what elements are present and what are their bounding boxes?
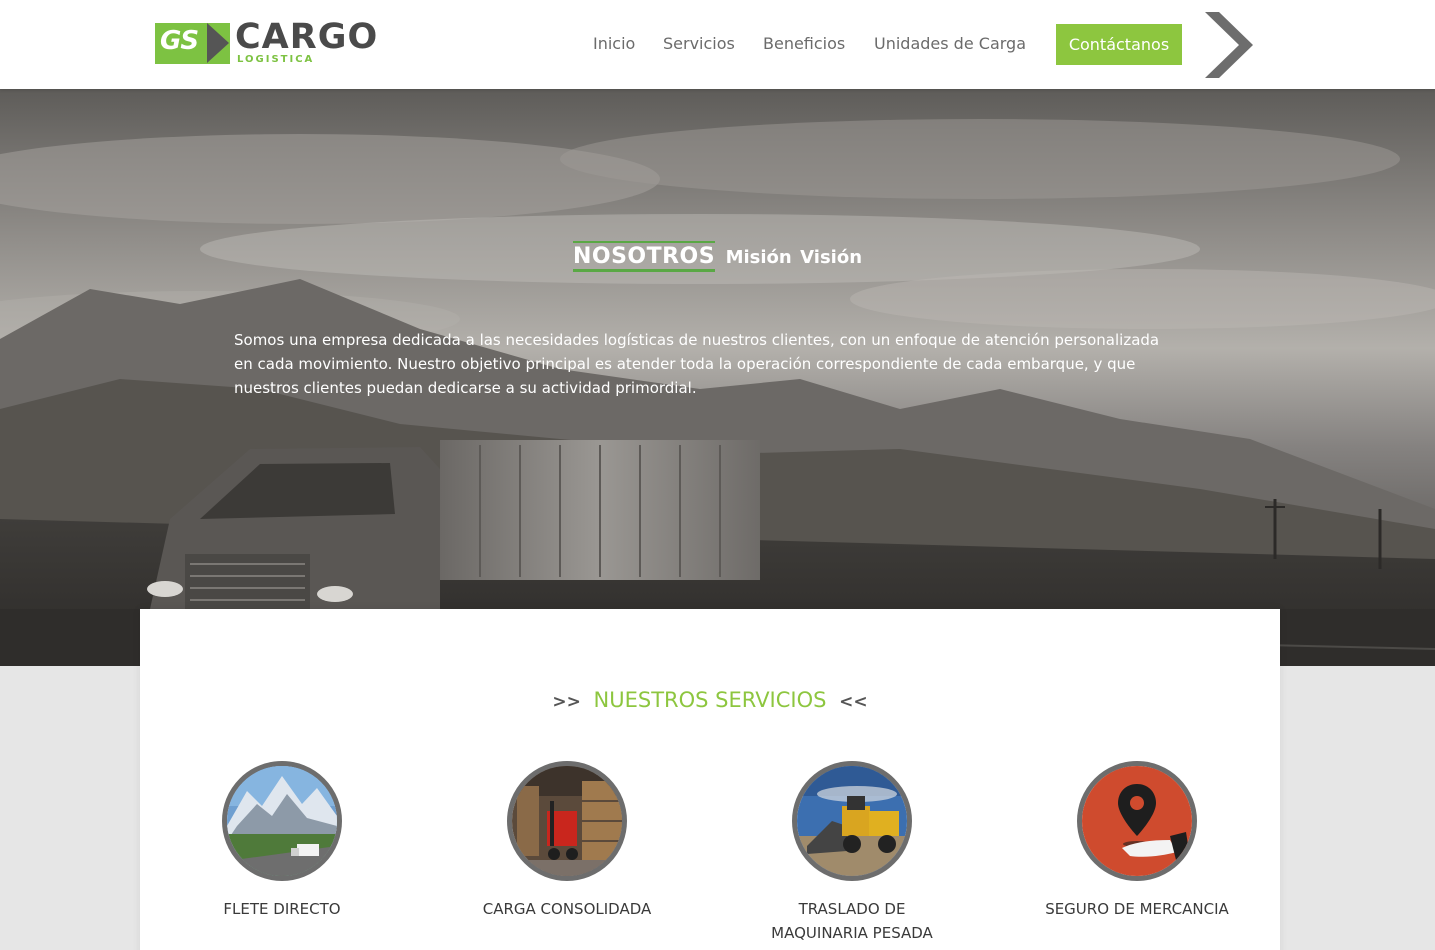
hero-tabs: NOSOTROS Misión Visión bbox=[0, 241, 1435, 272]
tab-vision[interactable]: Visión bbox=[800, 247, 862, 268]
brand-logo[interactable]: GS CARGO LOGISTICA bbox=[155, 17, 377, 66]
service-image-hand-location-pin bbox=[1077, 761, 1197, 881]
nav-item-unidades-de-carga[interactable]: Unidades de Carga bbox=[874, 34, 1026, 53]
service-image-warehouse-forklift bbox=[507, 761, 627, 881]
hero-section: NOSOTROS Misión Visión Somos una empresa… bbox=[0, 89, 1435, 666]
service-image-heavy-machinery bbox=[792, 761, 912, 881]
service-card-traslado-maquinaria[interactable]: TRASLADO DE MAQUINARIA PESADA bbox=[732, 761, 972, 945]
services-heading-text: NUESTROS SERVICIOS bbox=[593, 688, 827, 712]
logo-subtitle: LOGISTICA bbox=[237, 54, 315, 65]
service-label: FLETE DIRECTO bbox=[223, 900, 341, 918]
logo-word: CARGO bbox=[235, 17, 379, 57]
nav-item-beneficios[interactable]: Beneficios bbox=[763, 34, 845, 53]
service-card-flete-directo[interactable]: FLETE DIRECTO bbox=[162, 761, 402, 921]
service-image-mountain-highway bbox=[222, 761, 342, 881]
services-heading: >> NUESTROS SERVICIOS << bbox=[140, 688, 1280, 712]
services-panel: >> NUESTROS SERVICIOS << FLETE DIRECTO C… bbox=[140, 609, 1280, 950]
service-label: TRASLADO DE MAQUINARIA PESADA bbox=[771, 900, 933, 942]
services-heading-right-arrows: << bbox=[839, 692, 868, 712]
site-header: GS CARGO LOGISTICA Inicio Servicios Bene… bbox=[0, 0, 1435, 89]
service-card-seguro-mercancia[interactable]: SEGURO DE MERCANCIA bbox=[1017, 761, 1257, 921]
tab-mision[interactable]: Misión bbox=[726, 247, 792, 268]
chevron-right-icon[interactable] bbox=[1203, 12, 1255, 78]
nav-item-servicios[interactable]: Servicios bbox=[663, 34, 735, 53]
hero-description: Somos una empresa dedicada a las necesid… bbox=[234, 331, 1160, 397]
logo-arrow-icon bbox=[207, 23, 229, 63]
tab-nosotros[interactable]: NOSOTROS bbox=[572, 241, 716, 272]
service-label: CARGA CONSOLIDADA bbox=[482, 900, 652, 918]
services-heading-left-arrows: >> bbox=[552, 692, 581, 712]
contact-button[interactable]: Contáctanos bbox=[1056, 24, 1182, 65]
nav-item-inicio[interactable]: Inicio bbox=[593, 34, 635, 53]
service-label: SEGURO DE MERCANCIA bbox=[1045, 900, 1229, 918]
service-card-carga-consolidada[interactable]: CARGA CONSOLIDADA bbox=[447, 761, 687, 921]
logo-mark-text: GS bbox=[160, 26, 199, 56]
